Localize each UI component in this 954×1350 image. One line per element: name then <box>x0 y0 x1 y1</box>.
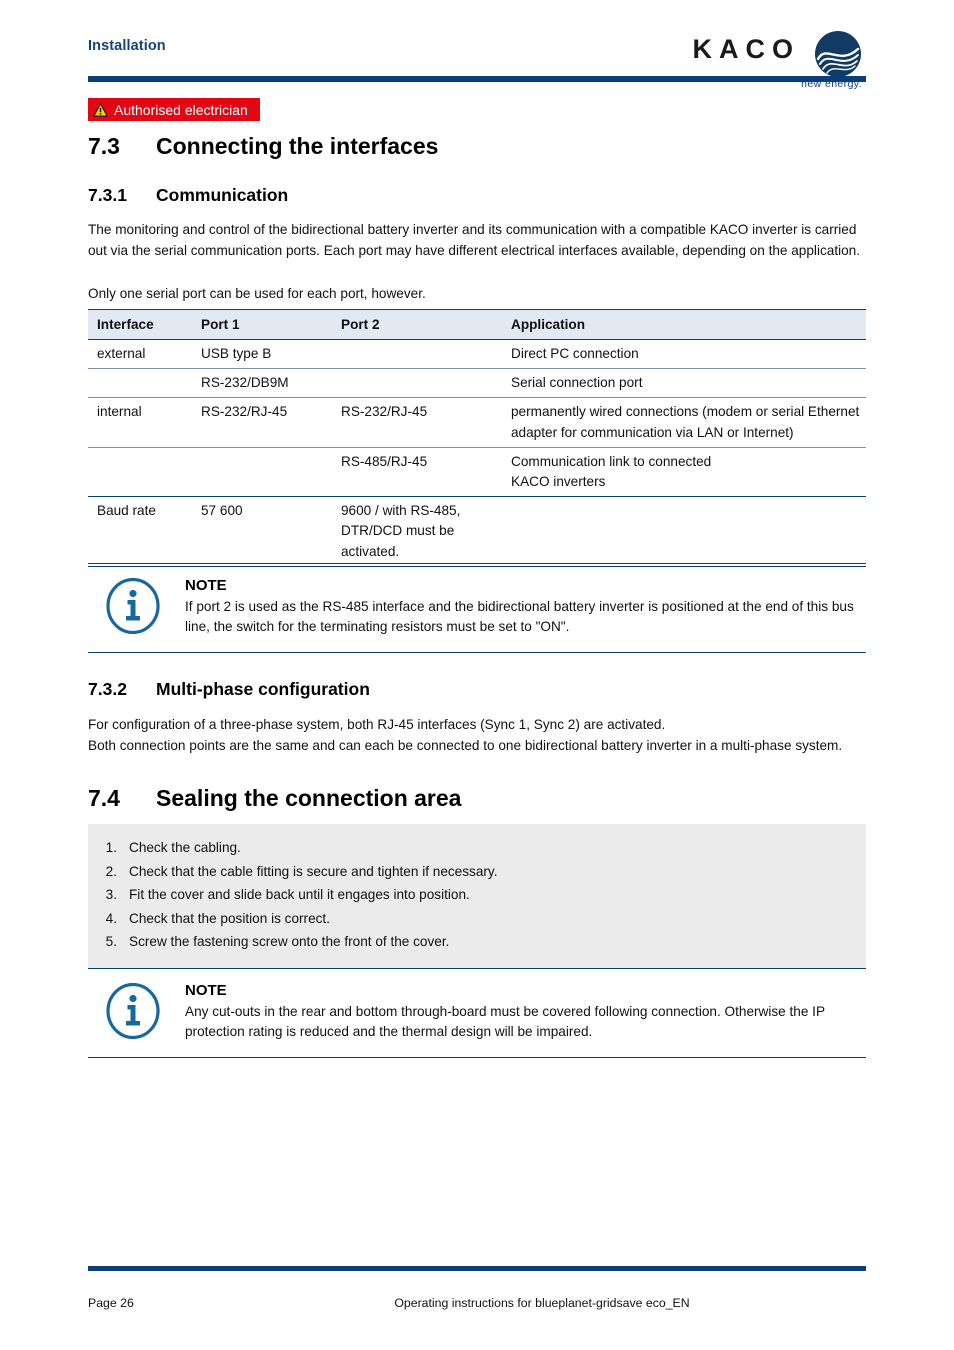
list-item: 1. Check the cabling. <box>88 836 866 860</box>
heading-7-3-2-text: Multi-phase configuration <box>156 679 370 699</box>
list-item-number: 1. <box>105 840 117 855</box>
heading-7-4-text: Sealing the connection area <box>156 785 462 811</box>
warning-triangle-icon <box>93 102 108 117</box>
kaco-globe-icon <box>815 31 861 77</box>
list-item-number: 3. <box>105 887 117 902</box>
cell-port1: 57 600 <box>192 496 332 567</box>
cell-port1: USB type B <box>201 346 272 361</box>
cell-port2: RS-232/RJ-45 <box>332 397 502 448</box>
cell-interface: external <box>97 346 146 361</box>
list-item: 2. Check that the cable fitting is secur… <box>88 860 866 884</box>
note-body: Any cut-outs in the rear and bottom thro… <box>185 1004 825 1040</box>
cell-interface: Baud rate <box>88 496 192 567</box>
paragraph-communication-second: Only one serial port can be used for eac… <box>88 286 426 301</box>
col-header-port2: Port 2 <box>332 309 502 340</box>
table-row: RS-232/DB9M Serial connection port <box>88 368 866 398</box>
list-item-number: 5. <box>105 934 117 949</box>
info-circle-icon <box>106 983 160 1039</box>
cell-port1 <box>192 446 332 497</box>
heading-7-3-1-text: Communication <box>156 185 289 205</box>
col-header-interface: Interface <box>88 309 192 340</box>
list-item-text: Check that the position is correct. <box>129 910 330 926</box>
heading-7-3-1-number: 7.3.1 <box>88 185 127 205</box>
table-header-row: Interface Port 1 Port 2 Application <box>88 309 866 340</box>
cell-application: permanently wired connections (modem or … <box>502 397 866 448</box>
note-box-cutouts: NOTE Any cut-outs in the rear and bottom… <box>88 968 866 1058</box>
cell-application: Communication link to connected KACO inv… <box>502 446 866 497</box>
list-item-text: Check that the cable fitting is secure a… <box>129 863 498 879</box>
cell-interface <box>88 446 192 497</box>
note-body: If port 2 is used as the RS-485 interfac… <box>185 599 854 635</box>
note-box-terminating-resistors: NOTE If port 2 is used as the RS-485 int… <box>88 563 866 653</box>
sealing-steps-list: 1. Check the cabling. 2. Check that the … <box>88 824 866 968</box>
list-item-text: Screw the fastening screw onto the front… <box>129 934 450 949</box>
heading-7-3-number: 7.3 <box>88 133 120 159</box>
document-page: Installation KACO new energy. Authorised… <box>0 0 954 1350</box>
running-head-section: Installation <box>88 38 166 54</box>
table-row: external USB type B Direct PC connection <box>88 340 866 369</box>
list-item-number: 4. <box>105 910 117 926</box>
cell-port2 <box>332 368 502 398</box>
authorised-electrician-badge: Authorised electrician <box>88 98 260 121</box>
heading-7-3-1: 7.3.1 Communication <box>88 185 288 206</box>
list-item: 3. Fit the cover and slide back until it… <box>88 883 866 907</box>
footer-divider <box>88 1266 866 1271</box>
header-divider <box>88 76 866 82</box>
heading-7-4: 7.4 Sealing the connection area <box>88 785 461 812</box>
list-item-text: Fit the cover and slide back until it en… <box>129 887 470 902</box>
footer-document-title: Operating instructions for blueplanet-gr… <box>394 1296 690 1310</box>
cell-application <box>502 496 866 567</box>
table-row: RS-485/RJ-45 Communication link to conne… <box>88 446 866 497</box>
cell-port1: RS-232/DB9M <box>192 368 332 398</box>
heading-7-3-2-number: 7.3.2 <box>88 679 127 699</box>
table-row: internal RS-232/RJ-45 RS-232/RJ-45 perma… <box>88 397 866 448</box>
heading-7-3-text: Connecting the interfaces <box>156 133 439 159</box>
list-item-number: 2. <box>105 863 117 879</box>
cell-port1: RS-232/RJ-45 <box>192 397 332 448</box>
kaco-wordmark: KACO <box>692 34 800 64</box>
table-body: external USB type B Direct PC connection… <box>88 340 866 567</box>
cell-application: Serial connection port <box>502 368 866 398</box>
cell-port2 <box>332 340 502 369</box>
heading-7-4-number: 7.4 <box>88 785 120 811</box>
cell-interface: internal <box>88 397 192 448</box>
paragraph-communication-intro: The monitoring and control of the bidire… <box>88 222 861 258</box>
heading-7-3: 7.3 Connecting the interfaces <box>88 133 438 160</box>
note-title: NOTE <box>185 982 227 999</box>
info-circle-icon <box>106 578 160 634</box>
list-item-text: Check the cabling. <box>129 840 241 855</box>
cell-port2: RS-485/RJ-45 <box>332 446 502 497</box>
badge-label: Authorised electrician <box>114 101 248 118</box>
col-header-application: Application <box>502 309 866 340</box>
paragraph-multiphase: For configuration of a three-phase syste… <box>88 717 843 753</box>
cell-port2: 9600 / with RS-485, DTR/DCD must be acti… <box>332 496 502 567</box>
table-row: Baud rate 57 600 9600 / with RS-485, DTR… <box>88 496 866 567</box>
cell-interface <box>88 368 192 398</box>
list-item: 5. Screw the fastening screw onto the fr… <box>88 930 866 954</box>
note-title: NOTE <box>185 577 227 594</box>
col-header-port1: Port 1 <box>192 309 332 340</box>
interface-table: Interface Port 1 Port 2 Application exte… <box>88 309 866 567</box>
list-item: 4. Check that the position is correct. <box>88 907 866 931</box>
cell-application: Direct PC connection <box>511 346 639 361</box>
heading-7-3-2: 7.3.2 Multi-phase configuration <box>88 679 370 700</box>
